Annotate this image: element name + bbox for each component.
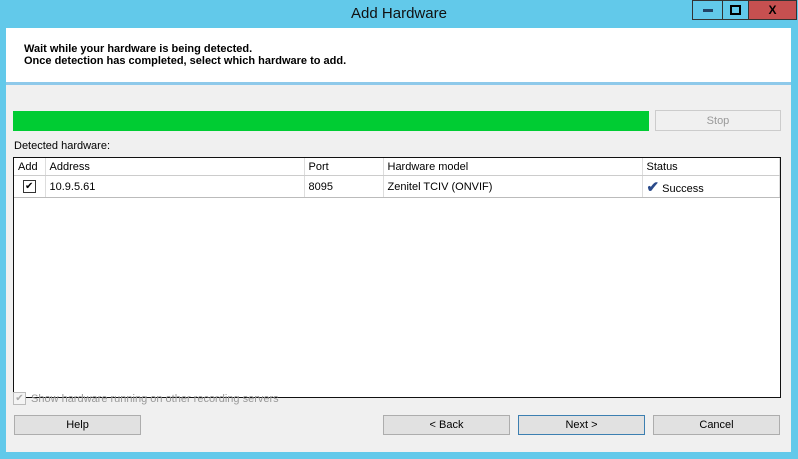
progress-bar: [13, 111, 649, 131]
address-cell: 10.9.5.61: [45, 175, 305, 198]
progress-fill: [13, 111, 649, 131]
port-cell: 8095: [304, 175, 384, 198]
column-header-address[interactable]: Address: [45, 158, 305, 176]
show-other-servers-label: Show hardware running on other recording…: [31, 392, 279, 405]
column-header-port[interactable]: Port: [304, 158, 384, 176]
close-button[interactable]: X: [748, 0, 797, 20]
header-panel: Wait while your hardware is being detect…: [6, 28, 791, 82]
maximize-button[interactable]: [722, 0, 749, 20]
header-separator: [6, 82, 791, 85]
status-text: Success: [662, 182, 704, 195]
column-header-model[interactable]: Hardware model: [383, 158, 643, 176]
success-check-icon: ✔: [646, 178, 660, 196]
stop-button[interactable]: Stop: [655, 110, 781, 131]
column-header-status[interactable]: Status: [642, 158, 780, 176]
show-other-servers-checkbox[interactable]: ✔: [13, 392, 26, 405]
cancel-button[interactable]: Cancel: [653, 415, 780, 435]
header-line-1: Wait while your hardware is being detect…: [24, 43, 253, 55]
hardware-table: Add Address Port Hardware model Status ✔…: [13, 157, 781, 398]
status-cell: ✔ Success: [642, 175, 780, 198]
table-row[interactable]: ✔ 10.9.5.61 8095 Zenitel TCIV (ONVIF) ✔ …: [14, 175, 780, 198]
minimize-icon: [702, 8, 713, 12]
model-cell: Zenitel TCIV (ONVIF): [383, 175, 643, 198]
header-line-2: Once detection has completed, select whi…: [24, 55, 347, 67]
show-other-servers-option[interactable]: ✔ Show hardware running on other recordi…: [13, 392, 279, 405]
maximize-icon: [730, 5, 741, 15]
window-title: Add Hardware: [351, 5, 447, 22]
add-checkbox[interactable]: ✔: [22, 180, 36, 193]
next-button[interactable]: Next >: [518, 415, 645, 435]
minimize-button[interactable]: [692, 0, 723, 20]
help-button[interactable]: Help: [14, 415, 141, 435]
detected-hardware-label: Detected hardware:: [14, 140, 110, 152]
back-button[interactable]: < Back: [383, 415, 510, 435]
table-header: Add Address Port Hardware model Status: [14, 158, 780, 176]
column-header-add[interactable]: Add: [14, 158, 46, 176]
